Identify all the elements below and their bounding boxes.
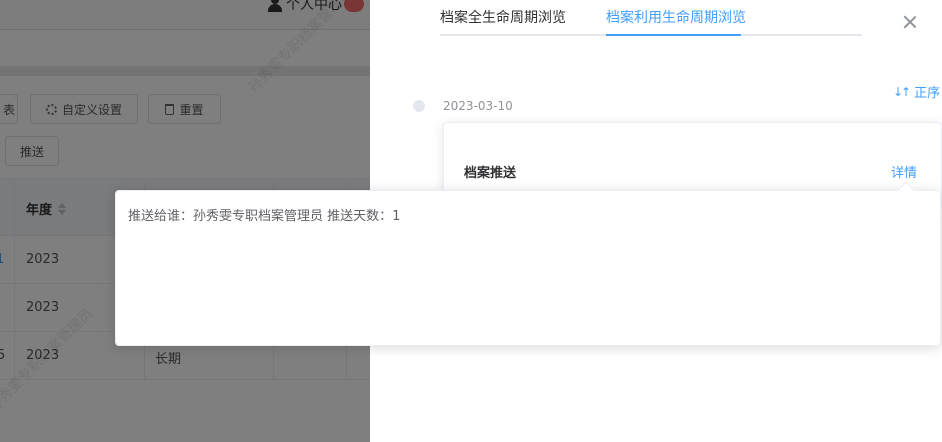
sort-order-toggle[interactable]: ↓↑ 正序 bbox=[893, 82, 941, 102]
drawer-tabs: 档案全生命周期浏览 档案利用生命周期浏览 bbox=[440, 0, 862, 36]
timeline-card-title: 档案推送 bbox=[464, 166, 517, 181]
sort-arrows-icon: ↓↑ bbox=[893, 84, 911, 99]
popover-content: 推送给谁：孙秀雯专职档案管理员 推送天数：1 bbox=[128, 209, 401, 224]
close-icon[interactable] bbox=[900, 12, 920, 32]
details-popover: 推送给谁：孙秀雯专职档案管理员 推送天数：1 bbox=[115, 181, 941, 346]
timeline-date: 2023-03-10 bbox=[443, 99, 513, 113]
timeline-dot bbox=[413, 100, 425, 112]
sort-order-label: 正序 bbox=[914, 86, 941, 101]
tab-full-lifecycle[interactable]: 档案全生命周期浏览 bbox=[440, 7, 566, 27]
active-tab-indicator bbox=[606, 34, 741, 36]
details-link[interactable]: 详情 bbox=[891, 162, 917, 181]
tab-usage-lifecycle[interactable]: 档案利用生命周期浏览 bbox=[606, 7, 746, 27]
